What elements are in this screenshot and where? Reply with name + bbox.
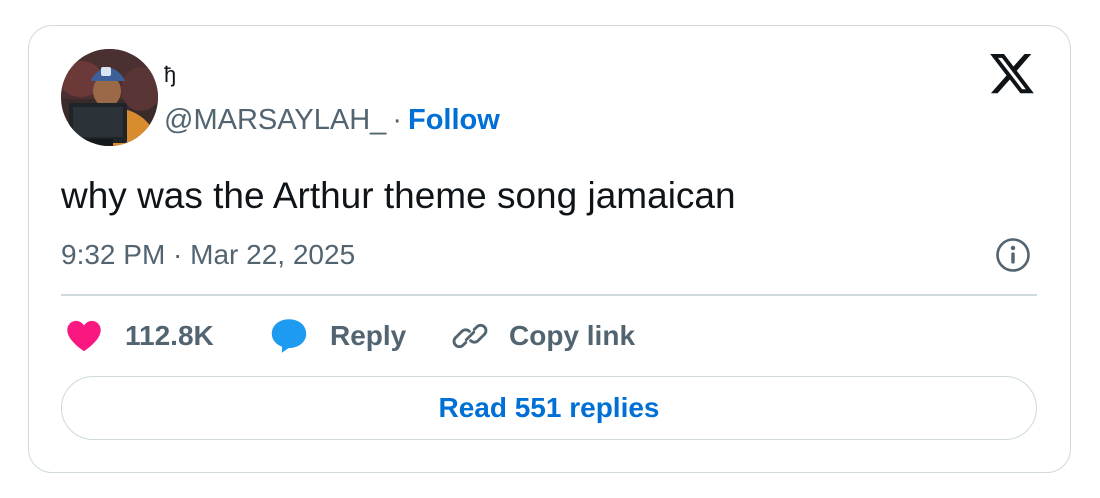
info-icon[interactable] [995, 237, 1031, 273]
follow-button[interactable]: Follow [408, 104, 500, 136]
author-display-name[interactable]: ђ [164, 62, 176, 88]
tweet-text: why was the Arthur theme song jamaican [61, 175, 736, 216]
avatar-photo [61, 49, 158, 146]
reply-button[interactable]: Reply [270, 314, 406, 358]
avatar[interactable] [61, 49, 158, 146]
link-icon [452, 318, 488, 354]
tweet-timestamp[interactable]: 9:32 PM · Mar 22, 2025 [61, 238, 355, 272]
copy-link-label: Copy link [509, 320, 636, 351]
divider [61, 294, 1037, 296]
heart-icon [66, 320, 102, 352]
author-handle[interactable]: @MARSAYLAH_ [164, 104, 386, 136]
reply-label: Reply [330, 320, 407, 351]
x-logo-icon[interactable] [990, 54, 1034, 94]
copy-link-button[interactable]: Copy link [452, 314, 635, 358]
speech-bubble-icon [270, 318, 308, 354]
author-handle-row: @MARSAYLAH_ · Follow [164, 103, 500, 137]
separator-dot: · [392, 104, 402, 136]
read-replies-label: Read 551 replies [438, 392, 660, 423]
like-count: 112.8K [125, 320, 214, 351]
read-replies-button[interactable]: Read 551 replies [61, 376, 1037, 440]
like-button[interactable]: 112.8K [66, 314, 214, 358]
